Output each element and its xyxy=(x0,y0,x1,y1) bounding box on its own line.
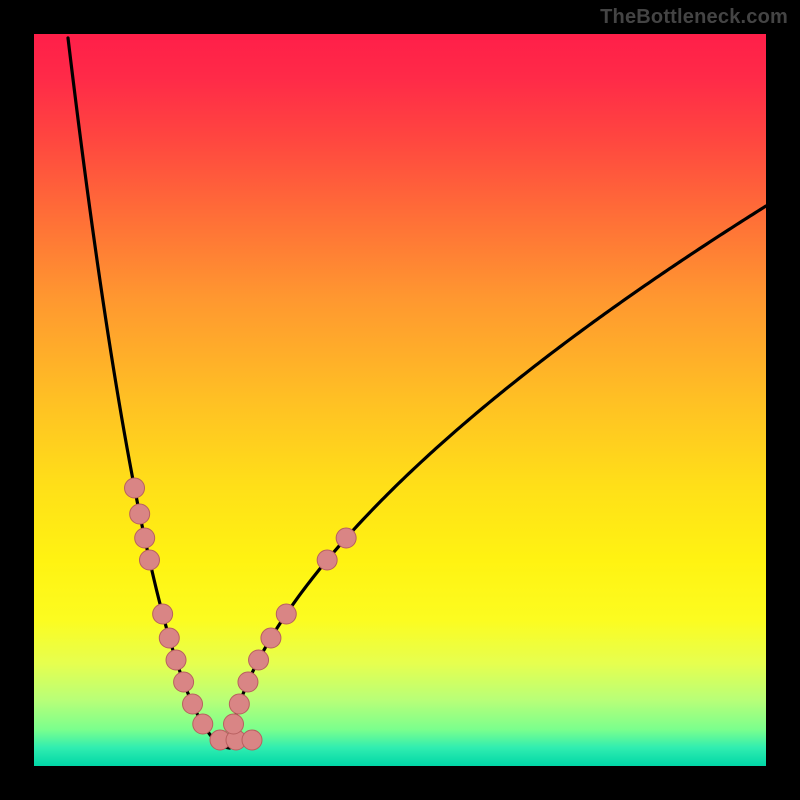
curve-marker xyxy=(166,650,186,670)
chart-stage: TheBottleneck.com xyxy=(0,0,800,800)
curve-marker xyxy=(174,672,194,692)
curve-marker xyxy=(242,730,262,750)
curve-marker xyxy=(193,714,213,734)
chart-svg xyxy=(0,0,800,800)
curve-marker xyxy=(135,528,155,548)
curve-marker xyxy=(153,604,173,624)
curve-marker xyxy=(183,694,203,714)
watermark-text: TheBottleneck.com xyxy=(600,6,788,29)
chart-background xyxy=(34,34,766,766)
curve-marker xyxy=(224,714,244,734)
curve-marker xyxy=(336,528,356,548)
curve-marker xyxy=(140,550,160,570)
curve-marker xyxy=(238,672,258,692)
curve-marker xyxy=(317,550,337,570)
curve-marker xyxy=(159,628,179,648)
curve-marker xyxy=(276,604,296,624)
curve-marker xyxy=(249,650,269,670)
curve-marker xyxy=(229,694,249,714)
curve-marker xyxy=(261,628,281,648)
curve-marker xyxy=(125,478,145,498)
curve-marker xyxy=(130,504,150,524)
